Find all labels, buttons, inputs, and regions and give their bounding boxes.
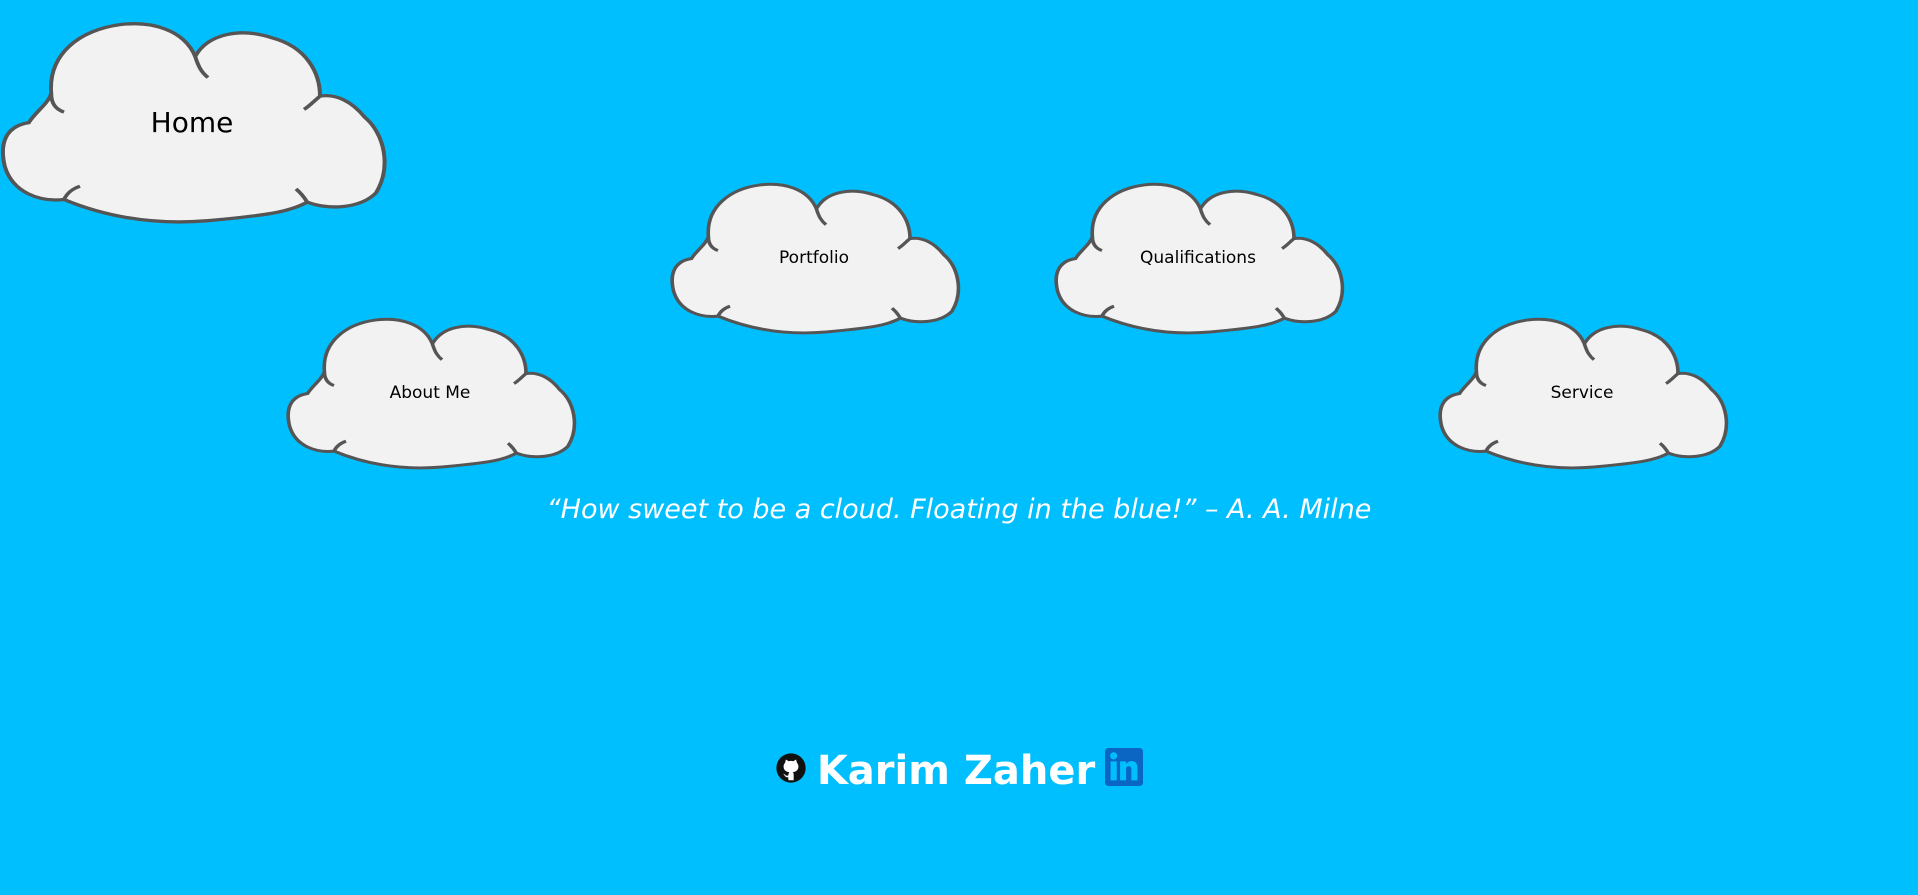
nav-cloud-portfolio[interactable]: Portfolio xyxy=(670,177,961,336)
nav-cloud-home[interactable]: Home xyxy=(0,14,387,226)
nav-cloud-about[interactable]: About Me xyxy=(286,312,577,471)
nav-label-portfolio[interactable]: Portfolio xyxy=(670,248,958,268)
nav-label-service[interactable]: Service xyxy=(1438,383,1726,403)
nav-label-home[interactable]: Home xyxy=(0,106,384,139)
nav-label-about[interactable]: About Me xyxy=(286,383,574,403)
linkedin-icon[interactable] xyxy=(1105,748,1144,786)
nav-cloud-qualifications[interactable]: Qualifications xyxy=(1054,177,1345,336)
footer: Karim Zaher xyxy=(0,748,1918,794)
nav-cloud-service[interactable]: Service xyxy=(1438,312,1729,471)
footer-name: Karim Zaher xyxy=(816,748,1096,794)
nav-label-qualifications[interactable]: Qualifications xyxy=(1054,248,1342,268)
milne-quote: “How sweet to be a cloud. Floating in th… xyxy=(546,494,1372,525)
github-icon[interactable] xyxy=(775,752,807,784)
